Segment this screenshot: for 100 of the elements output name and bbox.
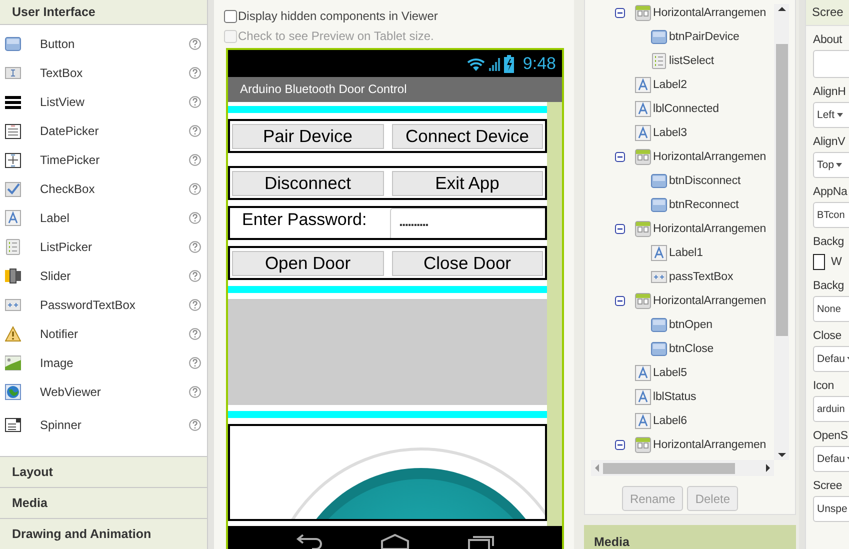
list-icon <box>651 53 667 69</box>
vertical-scrollbar[interactable] <box>774 4 789 460</box>
input-field[interactable]: arduin <box>813 396 849 422</box>
letter-a-icon <box>651 245 667 261</box>
dropdown-field[interactable]: Top <box>813 152 849 178</box>
section-header[interactable]: Drawing and Animation <box>0 518 207 549</box>
property-label: AlignH <box>813 86 847 100</box>
letter-a-icon <box>635 413 651 429</box>
palette-item[interactable]: WebViewer <box>0 377 207 406</box>
app-button[interactable]: Open Door <box>232 250 384 276</box>
letter-a-icon <box>635 101 651 117</box>
app-button[interactable]: Exit App <box>392 170 543 196</box>
help-icon <box>189 356 201 368</box>
tree-item[interactable]: HorizontalArrangemen <box>585 433 774 457</box>
section-header[interactable]: Media <box>584 525 796 549</box>
app-button[interactable]: Disconnect <box>232 170 384 196</box>
app-title-bar: Arduino Bluetooth Door Control <box>228 77 562 102</box>
tree-item[interactable]: btnPairDevice <box>585 25 774 49</box>
app-button[interactable]: Pair Device <box>232 124 384 148</box>
palette-item[interactable]: DatePicker <box>0 116 207 145</box>
right-arrow-icon <box>766 464 770 472</box>
collapse-toggle[interactable] <box>615 152 625 162</box>
palette-item[interactable]: ListView <box>0 87 207 116</box>
tree-item[interactable]: Label5 <box>585 361 774 385</box>
tree-item[interactable]: Label2 <box>585 73 774 97</box>
tree-item[interactable]: lblStatus <box>585 385 774 409</box>
tree-item[interactable]: listSelect <box>585 49 774 73</box>
asterisks-icon <box>651 269 667 285</box>
checkbox[interactable] <box>224 10 237 22</box>
dropdown-field[interactable]: Unspe <box>813 496 849 522</box>
collapse-toggle[interactable] <box>615 8 625 18</box>
horizontal-scrollbar[interactable] <box>591 460 774 476</box>
property-label: Backg <box>813 236 845 250</box>
palette-item[interactable]: Button <box>0 29 207 58</box>
color-picker[interactable]: W <box>813 252 843 272</box>
input-field[interactable]: BTcon <box>813 202 849 228</box>
help-icon <box>189 418 201 430</box>
help-icon <box>189 328 201 340</box>
palette-item[interactable]: Label <box>0 203 207 232</box>
down-arrow-icon <box>778 453 786 457</box>
caret-icon <box>836 113 843 117</box>
tree-item[interactable]: btnClose <box>585 337 774 361</box>
app-button[interactable]: Connect Device <box>392 124 543 148</box>
tree-item[interactable]: lblConnected <box>585 97 774 121</box>
section-header[interactable]: Layout <box>0 456 207 487</box>
dropdown-field[interactable]: Defau <box>813 346 849 372</box>
slider-icon <box>5 268 21 284</box>
app-button[interactable]: Close Door <box>392 250 543 276</box>
tree-item[interactable]: btnReconnect <box>585 193 774 217</box>
tree-item[interactable]: passTextBox <box>585 265 774 289</box>
collapse-toggle[interactable] <box>615 296 625 306</box>
tree-item[interactable]: Label6 <box>585 409 774 433</box>
collapse-toggle[interactable] <box>615 224 625 234</box>
tree-item[interactable]: HorizontalArrangemen <box>585 145 774 169</box>
palette-item[interactable]: TimePicker <box>0 145 207 174</box>
password-field[interactable]: .......... <box>390 208 545 238</box>
input-field[interactable]: None <box>813 296 849 322</box>
clock-box-icon <box>5 152 21 168</box>
collapse-toggle[interactable] <box>615 440 625 450</box>
tree-item[interactable]: btnDisconnect <box>585 169 774 193</box>
palette-item[interactable]: Spinner <box>0 410 207 439</box>
help-icon <box>189 240 201 252</box>
palette-item[interactable]: TextBox <box>0 58 207 87</box>
password-label: Enter Password: <box>241 209 368 230</box>
list-icon <box>5 238 21 254</box>
tree-item[interactable]: HorizontalArrangemen <box>585 217 774 241</box>
help-icon <box>189 298 201 310</box>
clock-time: 9:48 <box>522 54 556 74</box>
warning-icon <box>5 326 21 342</box>
list-lines-icon <box>5 94 21 110</box>
image-icon <box>5 354 21 370</box>
palette-item[interactable]: CheckBox <box>0 174 207 203</box>
palette-item[interactable]: PasswordTextBox <box>0 290 207 319</box>
palette-item[interactable]: ListPicker <box>0 232 207 261</box>
help-icon <box>189 386 201 398</box>
palette-item[interactable]: Notifier <box>0 319 207 348</box>
tree-item[interactable]: HorizontalArrangemen <box>585 289 774 313</box>
property-label: AppNa <box>813 186 848 200</box>
palette-item[interactable]: Slider <box>0 261 207 290</box>
button-icon <box>651 317 667 333</box>
palette-item[interactable]: Image <box>0 348 207 377</box>
home-icon <box>380 532 410 549</box>
property-label: Close <box>813 330 842 344</box>
option-label: Check to see Preview on Tablet size. <box>238 29 434 43</box>
tree-item[interactable]: Label1 <box>585 241 774 265</box>
globe-icon <box>5 384 21 400</box>
section-header[interactable]: User Interface <box>0 0 207 25</box>
tree-item[interactable]: HorizontalArrangemen <box>585 1 774 25</box>
asterisks-icon <box>5 296 21 312</box>
tree-item[interactable]: btnOpen <box>585 313 774 337</box>
property-label: About <box>813 34 844 48</box>
section-header[interactable]: Media <box>0 487 207 518</box>
text-cursor-icon <box>5 64 21 80</box>
letter-a-icon <box>5 210 21 226</box>
arrangement-icon <box>635 293 651 309</box>
letter-a-icon <box>635 365 651 381</box>
dropdown-field[interactable]: Left <box>813 102 849 128</box>
dropdown-field[interactable]: Defau <box>813 446 849 472</box>
tree-item[interactable]: Label3 <box>585 121 774 145</box>
button-icon <box>651 341 667 357</box>
